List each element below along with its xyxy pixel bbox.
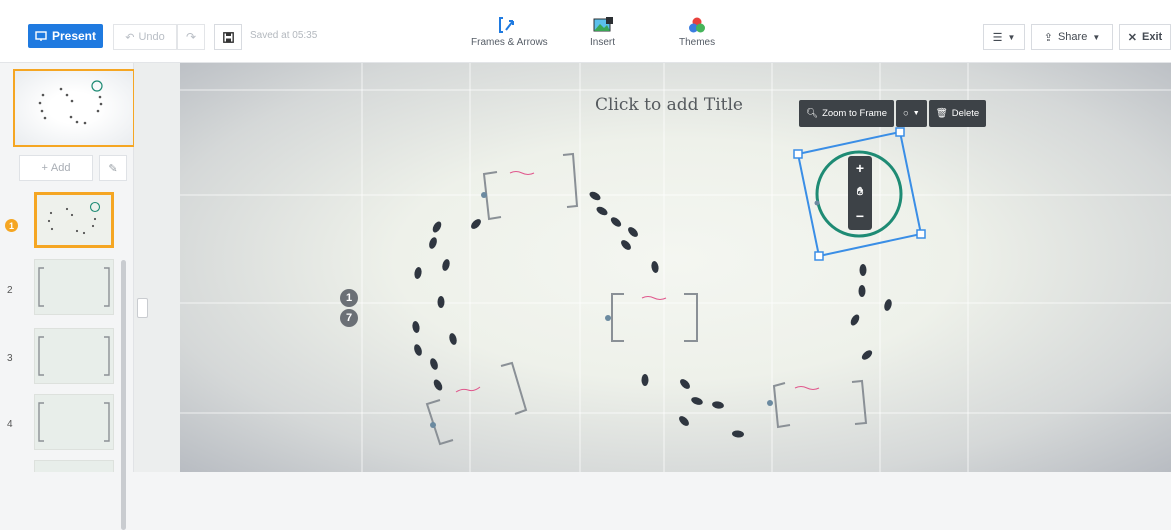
- frame-bracket-icon: [38, 402, 110, 442]
- plus-icon: +: [41, 162, 48, 174]
- slide-thumbnail-4[interactable]: [34, 394, 114, 450]
- frame-zoom-controls: + ✋︎ −: [848, 156, 872, 230]
- sidebar-scrollbar[interactable]: [121, 260, 126, 530]
- chevron-down-icon: ▼: [1007, 32, 1016, 42]
- present-button[interactable]: Present: [28, 24, 103, 48]
- insert-label: Insert: [590, 37, 616, 48]
- path-badge-7[interactable]: 7: [340, 309, 358, 327]
- undo-icon: ↶: [125, 31, 135, 44]
- canvas-margin: [134, 63, 180, 472]
- zoom-in-button[interactable]: +: [848, 156, 872, 180]
- path-badge-1[interactable]: 1: [340, 289, 358, 307]
- delete-button[interactable]: 🗑︎ Delete: [928, 100, 987, 127]
- themes-label: Themes: [679, 37, 716, 48]
- slide-thumbnail-3[interactable]: [34, 328, 114, 384]
- undo-button[interactable]: ↶ Undo: [113, 24, 177, 50]
- slide-number: 2: [7, 285, 13, 296]
- chevron-down-icon: ▼: [912, 110, 920, 117]
- insert-image-icon: [593, 17, 613, 32]
- share-label: Share: [1057, 31, 1088, 43]
- move-hand-button[interactable]: ✋︎: [848, 180, 872, 204]
- add-frame-button[interactable]: + Add: [19, 155, 93, 181]
- present-icon: [35, 30, 47, 41]
- share-button[interactable]: ⇪ Share ▼: [1031, 24, 1113, 50]
- top-toolbar: Present ↶ Undo ↷ Saved at 05:35 Frames &…: [0, 0, 1171, 63]
- frame-bracket-icon: [38, 336, 110, 376]
- edit-path-button[interactable]: ✎: [99, 155, 127, 181]
- zoom-icon: 🔍︎: [806, 108, 819, 119]
- hamburger-icon: ☰: [992, 31, 1003, 44]
- zoom-to-frame-button[interactable]: 🔍︎ Zoom to Frame: [799, 100, 894, 127]
- frames-arrows-tool[interactable]: Frames & Arrows: [471, 16, 548, 48]
- slide-number: 3: [7, 353, 13, 364]
- canvas-grid: [180, 63, 1171, 472]
- share-icon: ⇪: [1043, 31, 1053, 44]
- redo-button[interactable]: ↷: [177, 24, 205, 50]
- overview-preview-image: [38, 80, 103, 125]
- save-icon: [222, 31, 234, 43]
- slide-thumbnail-1[interactable]: [34, 192, 114, 248]
- redo-icon: ↷: [185, 30, 197, 44]
- frames-arrows-icon: [499, 17, 515, 33]
- insert-tool[interactable]: Insert: [590, 16, 615, 48]
- exit-label: Exit: [1142, 31, 1163, 43]
- sidebar-resize-handle[interactable]: [137, 298, 148, 318]
- slides-sidebar: + Add ✎ 1 2 3 4: [0, 63, 135, 530]
- overview-thumbnail[interactable]: [13, 69, 135, 147]
- slide-thumbnail-2[interactable]: [34, 259, 114, 315]
- themes-tool[interactable]: Themes: [679, 16, 715, 48]
- pencil-icon: ✎: [108, 162, 118, 175]
- undo-label: Undo: [138, 31, 165, 43]
- slide-thumbnail-5[interactable]: [34, 460, 114, 472]
- trash-icon: 🗑︎: [935, 108, 948, 119]
- themes-icon: [689, 17, 706, 33]
- menu-dropdown-button[interactable]: ☰ ▼: [983, 24, 1025, 50]
- close-icon: ✕: [1127, 31, 1138, 44]
- saved-status: Saved at 05:35: [250, 30, 318, 41]
- circle-frame-icon: ○: [903, 108, 909, 119]
- delete-label: Delete: [951, 108, 980, 119]
- zoom-out-button[interactable]: −: [848, 204, 872, 228]
- frame-type-dropdown[interactable]: ○ ▼: [896, 100, 927, 127]
- slide-preview-image: [47, 201, 101, 235]
- slide-title-placeholder[interactable]: Click to add Title: [595, 95, 743, 115]
- frames-arrows-label: Frames & Arrows: [471, 37, 548, 48]
- exit-button[interactable]: ✕ Exit: [1119, 24, 1171, 50]
- selection-toolbar: 🔍︎ Zoom to Frame ○ ▼ 🗑︎ Delete: [799, 100, 987, 127]
- save-button[interactable]: [214, 24, 242, 50]
- add-label: Add: [50, 162, 71, 174]
- zoom-to-frame-label: Zoom to Frame: [822, 108, 887, 119]
- present-label: Present: [51, 29, 97, 43]
- active-slide-badge: 1: [5, 219, 18, 232]
- frame-bracket-icon: [38, 267, 110, 307]
- chevron-down-icon: ▼: [1092, 32, 1101, 42]
- editing-canvas[interactable]: [180, 63, 1171, 472]
- slide-number: 4: [7, 419, 13, 430]
